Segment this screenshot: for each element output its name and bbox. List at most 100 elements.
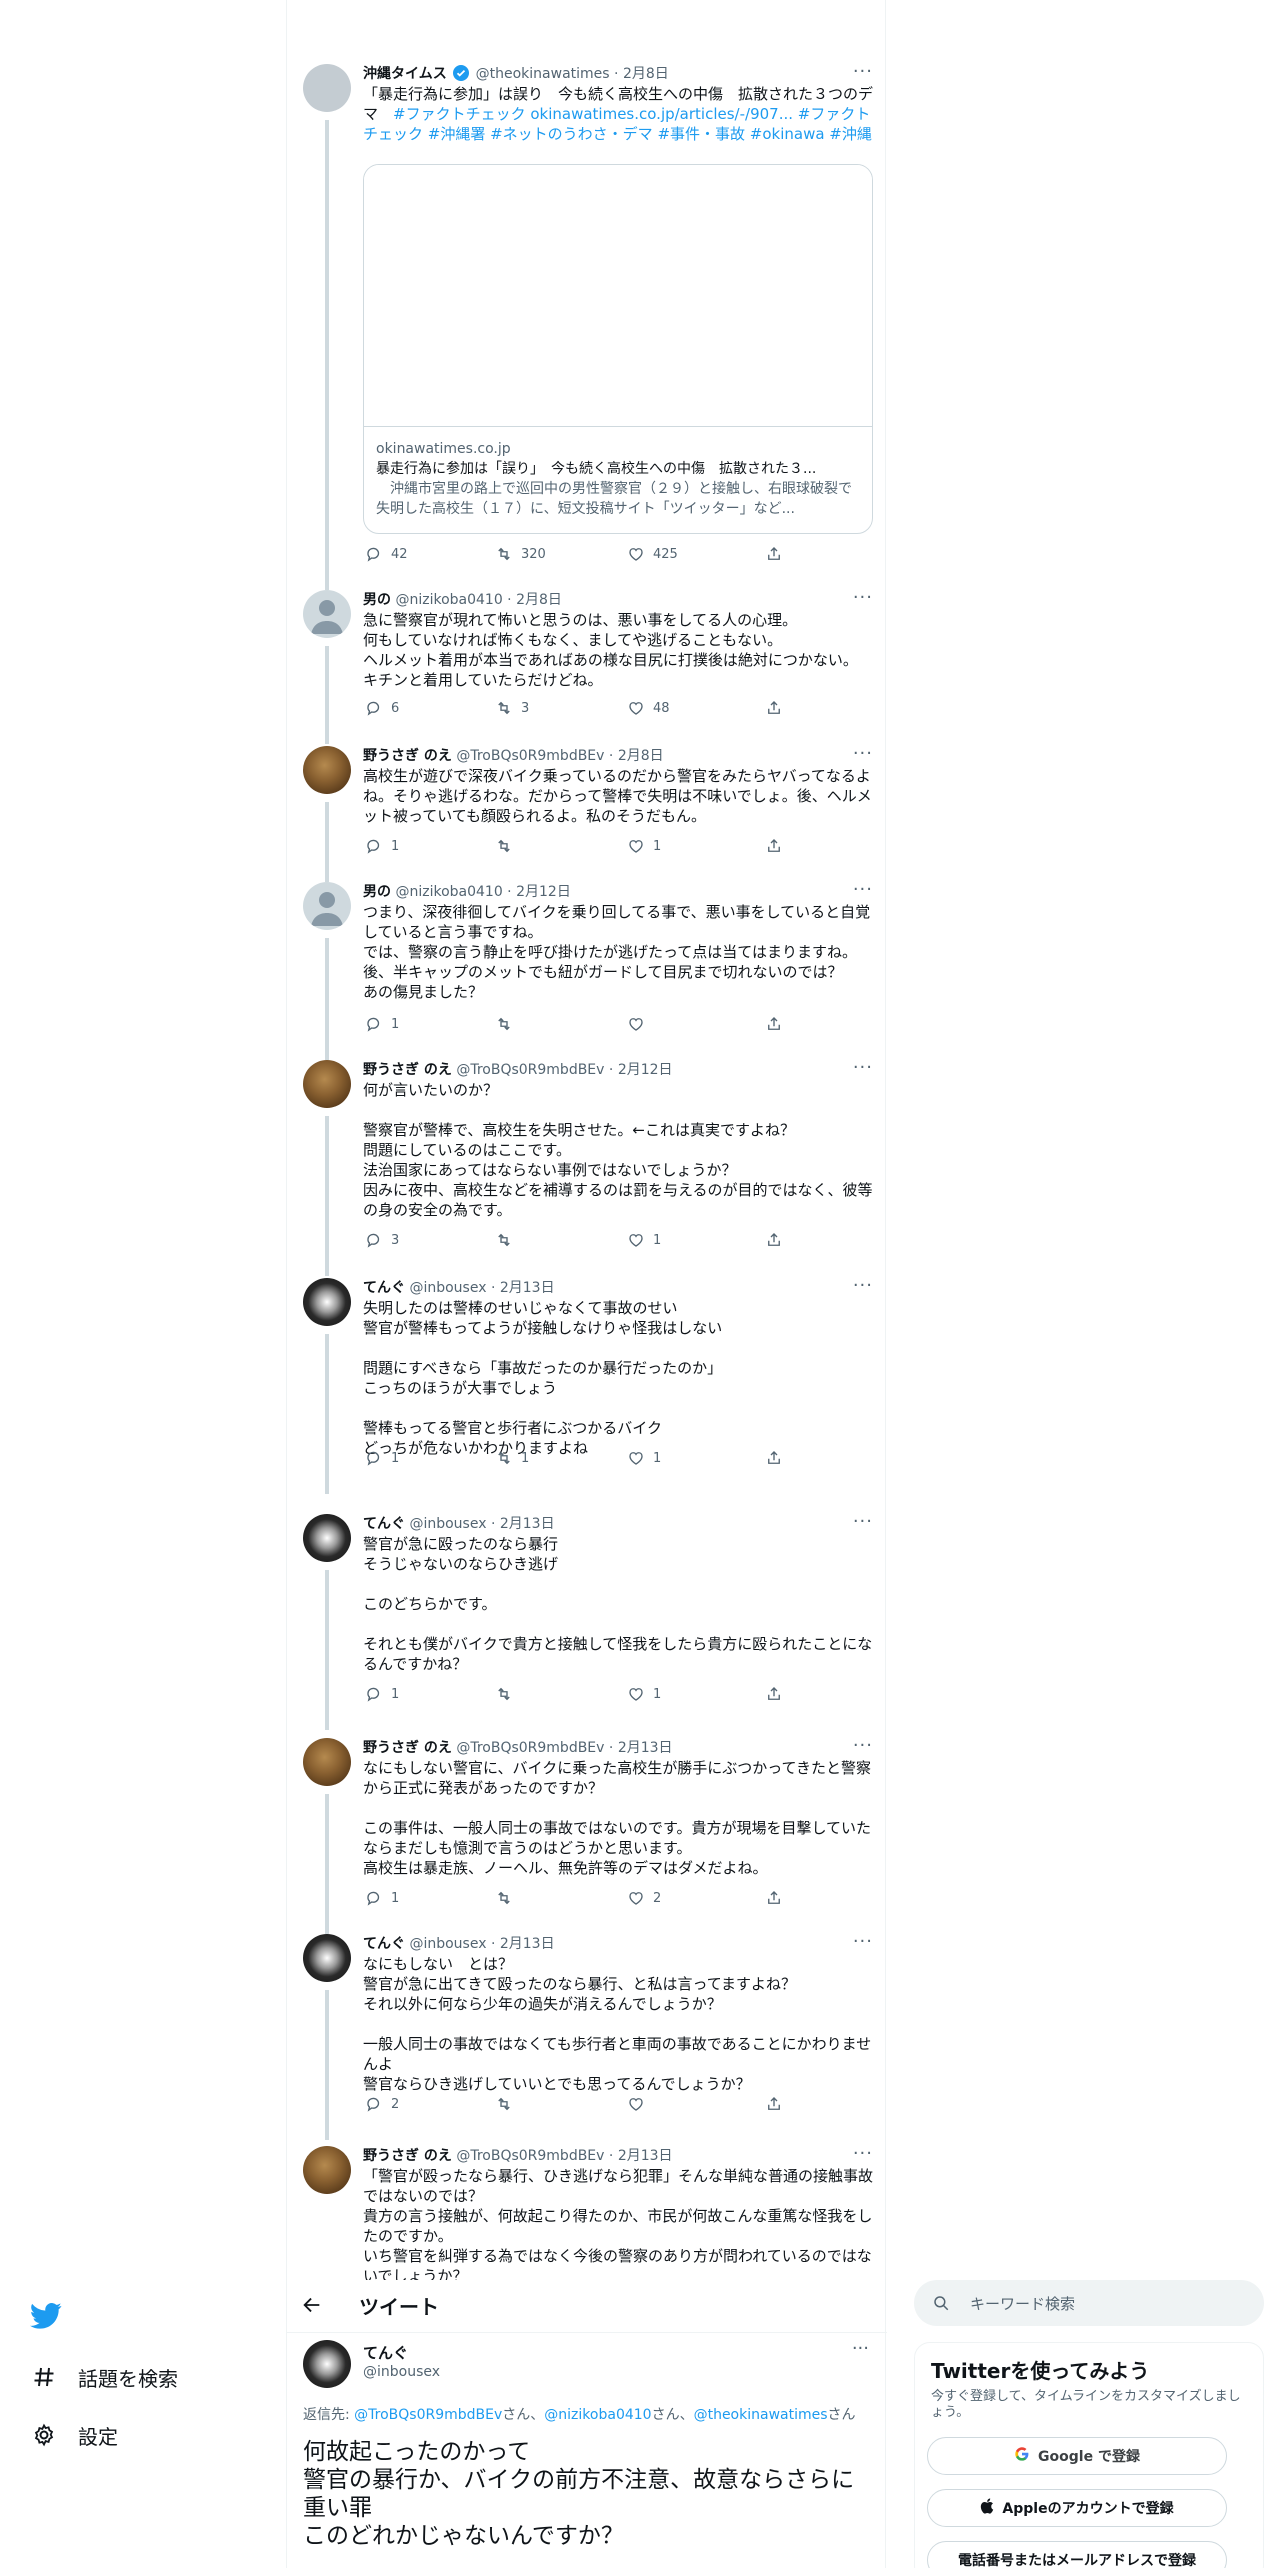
retweet-button[interactable] bbox=[493, 836, 521, 856]
google-signup-button[interactable]: Google で登録 bbox=[927, 2437, 1227, 2475]
like-button[interactable]: 48 bbox=[625, 698, 670, 718]
share-button[interactable] bbox=[763, 836, 785, 856]
tweet[interactable]: 野うさぎ のえ @TroBQs0R9mbdBEv · 2月8日 ··· 高校生が遊び… bbox=[287, 744, 885, 882]
nav-settings[interactable]: 設定 bbox=[30, 2420, 118, 2450]
more-icon[interactable]: ··· bbox=[853, 880, 873, 900]
timestamp[interactable]: 2月13日 bbox=[500, 1936, 555, 1952]
avatar[interactable] bbox=[303, 1738, 351, 1786]
reply-button[interactable]: 2 bbox=[363, 2094, 399, 2114]
display-name[interactable]: 男の bbox=[363, 884, 391, 900]
reply-mention[interactable]: @TroBQs0R9mbdBEv bbox=[354, 2407, 502, 2423]
twitter-bird-icon[interactable] bbox=[30, 2302, 64, 2332]
link-card[interactable]: okinawatimes.co.jp 暴走行為に参加は「誤り」 今も続く高校生へ… bbox=[363, 164, 873, 534]
timestamp[interactable]: 2月13日 bbox=[500, 1280, 555, 1296]
retweet-button[interactable] bbox=[493, 2094, 521, 2114]
share-button[interactable] bbox=[763, 1684, 785, 1704]
handle[interactable]: @inbousex bbox=[363, 2364, 440, 2380]
more-icon[interactable]: ··· bbox=[853, 62, 873, 82]
retweet-button[interactable]: 3 bbox=[493, 698, 529, 718]
tweet[interactable]: 男の @nizikoba0410 · 2月12日 ··· つまり、深夜徘徊してバイク… bbox=[287, 880, 885, 1060]
display-name[interactable]: 男の bbox=[363, 592, 391, 608]
like-button[interactable]: 425 bbox=[625, 544, 678, 564]
timestamp[interactable]: 2月13日 bbox=[618, 2148, 673, 2164]
display-name[interactable]: てんぐ bbox=[363, 1936, 405, 1952]
tweet[interactable]: 沖縄タイムス @theokinawatimes · 2月8日 ··· 「暴走行為… bbox=[287, 62, 885, 590]
avatar[interactable] bbox=[303, 1934, 351, 1982]
search-input[interactable]: キーワード検索 bbox=[914, 2280, 1264, 2326]
tweet[interactable]: 野うさぎ のえ @TroBQs0R9mbdBEv · 2月13日 ··· 「警官が殴… bbox=[287, 2144, 885, 2280]
timestamp[interactable]: 2月8日 bbox=[516, 592, 562, 608]
timestamp[interactable]: 2月13日 bbox=[500, 1516, 555, 1532]
like-button[interactable]: 2 bbox=[625, 1888, 661, 1908]
handle[interactable]: @TroBQs0R9mbdBEv bbox=[456, 2148, 604, 2164]
reply-button[interactable]: 1 bbox=[363, 1014, 399, 1034]
more-icon[interactable]: ··· bbox=[853, 2144, 873, 2164]
timestamp[interactable]: 2月8日 bbox=[623, 66, 669, 82]
back-arrow-icon[interactable] bbox=[301, 2294, 327, 2320]
more-icon[interactable]: ··· bbox=[853, 1736, 873, 1756]
retweet-button[interactable] bbox=[493, 1230, 521, 1250]
timestamp[interactable]: 2月13日 bbox=[618, 1740, 673, 1756]
share-button[interactable] bbox=[763, 1230, 785, 1250]
reply-button[interactable]: 1 bbox=[363, 836, 399, 856]
handle[interactable]: @inbousex bbox=[409, 1280, 486, 1296]
tweet[interactable]: てんぐ @inbousex · 2月13日 ··· 警官が急に殴ったのなら暴行 そう… bbox=[287, 1512, 885, 1730]
display-name[interactable]: 野うさぎ のえ bbox=[363, 748, 452, 764]
tweet[interactable]: 野うさぎ のえ @TroBQs0R9mbdBEv · 2月13日 ··· なにもしな… bbox=[287, 1736, 885, 1934]
like-button[interactable]: 1 bbox=[625, 836, 661, 856]
like-button[interactable] bbox=[625, 2094, 653, 2114]
apple-signup-button[interactable]: Appleのアカウントで登録 bbox=[927, 2489, 1227, 2527]
tweet-links[interactable]: #ファクトチェック okinawatimes.co.jp/articles/-/… bbox=[363, 105, 872, 143]
handle[interactable]: @TroBQs0R9mbdBEv bbox=[456, 1062, 604, 1078]
reply-button[interactable]: 6 bbox=[363, 698, 399, 718]
retweet-button[interactable]: 320 bbox=[493, 544, 546, 564]
reply-mention[interactable]: @nizikoba0410 bbox=[544, 2407, 651, 2423]
retweet-button[interactable] bbox=[493, 1684, 521, 1704]
handle[interactable]: @TroBQs0R9mbdBEv bbox=[456, 748, 604, 764]
tweet[interactable]: 野うさぎ のえ @TroBQs0R9mbdBEv · 2月12日 ··· 何が言いた… bbox=[287, 1058, 885, 1276]
avatar[interactable] bbox=[303, 590, 351, 638]
avatar[interactable] bbox=[303, 746, 351, 794]
share-button[interactable] bbox=[763, 2094, 785, 2114]
more-icon[interactable]: ··· bbox=[853, 588, 873, 608]
handle[interactable]: @nizikoba0410 bbox=[395, 884, 502, 900]
reply-button[interactable]: 1 bbox=[363, 1684, 399, 1704]
more-icon[interactable]: ··· bbox=[853, 1512, 873, 1532]
handle[interactable]: @inbousex bbox=[409, 1936, 486, 1952]
more-icon[interactable]: ··· bbox=[853, 1276, 873, 1296]
avatar[interactable] bbox=[303, 64, 351, 112]
display-name[interactable]: てんぐ bbox=[363, 2342, 408, 2363]
avatar[interactable] bbox=[303, 1278, 351, 1326]
handle[interactable]: @theokinawatimes bbox=[476, 66, 610, 82]
avatar[interactable] bbox=[303, 2146, 351, 2194]
timestamp[interactable]: 2月12日 bbox=[618, 1062, 673, 1078]
more-icon[interactable]: ··· bbox=[853, 744, 873, 764]
more-icon[interactable]: ··· bbox=[852, 2338, 869, 2359]
share-button[interactable] bbox=[763, 698, 785, 718]
retweet-button[interactable] bbox=[493, 1888, 521, 1908]
share-button[interactable] bbox=[763, 1888, 785, 1908]
more-icon[interactable]: ··· bbox=[853, 1932, 873, 1952]
display-name[interactable]: 野うさぎ のえ bbox=[363, 1740, 452, 1756]
tweet[interactable]: 男の @nizikoba0410 · 2月8日 ··· 急に警察官が現れて怖いと思う… bbox=[287, 588, 885, 744]
reply-button[interactable]: 1 bbox=[363, 1888, 399, 1908]
handle[interactable]: @TroBQs0R9mbdBEv bbox=[456, 1740, 604, 1756]
avatar[interactable] bbox=[303, 1514, 351, 1562]
display-name[interactable]: てんぐ bbox=[363, 1516, 405, 1532]
share-button[interactable] bbox=[763, 544, 785, 564]
reply-mention[interactable]: @theokinawatimes bbox=[694, 2407, 828, 2423]
like-button[interactable]: 1 bbox=[625, 1448, 661, 1468]
display-name[interactable]: 野うさぎ のえ bbox=[363, 2148, 452, 2164]
timestamp[interactable]: 2月12日 bbox=[516, 884, 571, 900]
nav-explore[interactable]: 話題を検索 bbox=[30, 2362, 178, 2392]
like-button[interactable] bbox=[625, 1014, 653, 1034]
share-button[interactable] bbox=[763, 1448, 785, 1468]
like-button[interactable]: 1 bbox=[625, 1684, 661, 1704]
handle[interactable]: @inbousex bbox=[409, 1516, 486, 1532]
handle[interactable]: @nizikoba0410 bbox=[395, 592, 502, 608]
tweet[interactable]: てんぐ @inbousex · 2月13日 ··· 失明したのは警棒のせいじゃなくて… bbox=[287, 1276, 885, 1494]
share-button[interactable] bbox=[763, 1014, 785, 1034]
tweet[interactable]: てんぐ @inbousex · 2月13日 ··· なにもしない とは？ 警官が急に… bbox=[287, 1932, 885, 2140]
reply-button[interactable]: 3 bbox=[363, 1230, 399, 1250]
display-name[interactable]: 沖縄タイムス bbox=[363, 66, 447, 82]
